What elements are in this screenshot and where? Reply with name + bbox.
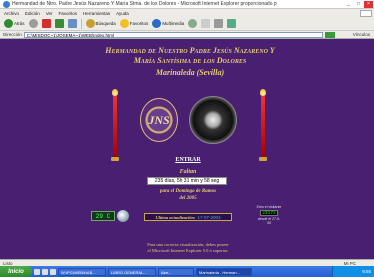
refresh-button[interactable] <box>54 19 64 28</box>
print-button[interactable] <box>214 19 224 28</box>
menu-favoritos[interactable]: Favoritos <box>59 11 78 16</box>
quicklaunch-ie-icon[interactable] <box>42 268 48 275</box>
menu-bar: Archivo Edición Ver Favoritos Herramient… <box>0 9 374 17</box>
system-tray: 9:55 <box>332 266 374 277</box>
brotherhood-emblem: JNS <box>140 98 178 142</box>
browser-window: Hermandad de Ntro. Padre Jesús Nazareno … <box>0 0 374 277</box>
visits-since: desde el 27-9-99 <box>257 217 281 225</box>
close-button[interactable]: × <box>364 0 373 8</box>
heading-line-1: Hermandad de Nuestro Padre Jesús Nazaren… <box>105 46 275 55</box>
maximize-button[interactable]: □ <box>354 1 363 8</box>
multimedia-label: Multimedia <box>162 21 185 26</box>
menu-edicion[interactable]: Edición <box>25 11 40 16</box>
dolores-medallion-image <box>189 96 237 144</box>
heading-line-2: María Santísima de los Dolores <box>133 56 247 65</box>
history-icon <box>188 19 198 28</box>
update-date: 17-07-2004 <box>197 214 221 220</box>
quicklaunch-outlook-icon[interactable] <box>50 268 56 275</box>
visits-count: 23172 <box>260 210 278 216</box>
edit-icon <box>227 19 237 28</box>
start-button[interactable]: Inicio <box>0 266 32 277</box>
clock: 9:55 <box>362 269 371 274</box>
last-update-banner: Ultima actualización: 17-07-2004 <box>144 213 232 221</box>
mail-icon <box>201 19 211 28</box>
ie-logo-icon <box>3 0 10 8</box>
stop-button[interactable] <box>41 19 51 28</box>
note-line-2: el Microsoft Internet Explorer 5.0 ó sup… <box>147 248 229 253</box>
history-button[interactable] <box>188 19 198 28</box>
back-arrow-icon <box>4 19 13 28</box>
refresh-icon <box>54 19 64 28</box>
right-candle-icon <box>259 89 267 161</box>
ramos-line-2: del 2005 <box>179 196 197 201</box>
page-content: Hermandad de Nuestro Padre Jesús Nazaren… <box>0 39 374 259</box>
address-bar: Dirección C:\MISDOC~1\JOSEMA~1\WEB\Index… <box>0 31 374 39</box>
forward-button[interactable] <box>28 19 38 28</box>
menu-herramientas[interactable]: Herramientas <box>83 11 110 16</box>
countdown-field: 235 días, 5h 31 min y 58 seg <box>147 177 227 185</box>
back-button[interactable]: Atrás <box>4 19 25 28</box>
countdown-label: Faltan <box>179 169 197 175</box>
enter-link[interactable]: ENTRAR <box>163 157 213 163</box>
media-icon <box>152 19 162 28</box>
weather-icon <box>117 210 129 222</box>
address-label: Dirección <box>3 32 22 37</box>
place-subtitle: Marinaleda (Sevilla) <box>155 68 225 77</box>
taskbar-item-2[interactable]: LIBRO GENERAL... <box>108 267 156 276</box>
ramos-line-1: para el Domingo de Ramos <box>159 189 217 194</box>
star-icon <box>119 19 129 28</box>
visits-label: Eres el visitante <box>256 205 282 209</box>
search-icon <box>85 19 95 28</box>
favorites-button[interactable]: Favoritos <box>119 19 149 28</box>
status-bar: Listo Mi PC <box>0 259 374 266</box>
mail-button[interactable] <box>201 19 211 28</box>
taskbar-item-4[interactable]: Marinaleda - Herman... <box>196 267 252 276</box>
browser-requirement-note: Para una correcta visualización, debes p… <box>120 242 256 254</box>
search-button[interactable]: Búsqueda <box>85 19 116 28</box>
page-heading: Hermandad de Nuestro Padre Jesús Nazaren… <box>40 46 340 66</box>
menu-archivo[interactable]: Archivo <box>4 11 19 16</box>
toolbar-separator <box>80 18 82 29</box>
emblem-monogram: JNS <box>148 112 170 127</box>
toolbar: Atrás Búsqueda Favoritos Multimedia <box>0 17 374 31</box>
taskbar-item-1[interactable]: W:\PG\WEB\HAB... <box>58 267 106 276</box>
stop-icon <box>41 19 51 28</box>
multimedia-button[interactable]: Multimedia <box>152 19 184 28</box>
countdown-target: para el Domingo de Ramos del 2005 <box>140 188 236 202</box>
status-text: Listo <box>3 260 13 266</box>
temperature-display: 29 C <box>91 211 115 221</box>
left-candle-icon <box>111 89 119 161</box>
home-icon <box>67 19 77 28</box>
search-label: Búsqueda <box>95 21 116 26</box>
security-zone: Mi PC <box>343 260 356 266</box>
go-button[interactable] <box>324 31 335 38</box>
windows-logo-icon <box>360 9 372 17</box>
taskbar: Inicio W:\PG\WEB\HAB... LIBRO GENERAL...… <box>0 266 374 277</box>
links-button[interactable]: Vínculos <box>353 32 370 37</box>
menu-ver[interactable]: Ver <box>46 11 53 16</box>
quicklaunch-desktop-icon[interactable] <box>34 268 40 275</box>
print-icon <box>214 19 224 28</box>
menu-ayuda[interactable]: Ayuda <box>116 11 129 16</box>
minimize-button[interactable]: _ <box>344 1 353 8</box>
address-input[interactable]: C:\MISDOC~1\JOSEMA~1\WEB\Index.html <box>23 31 323 38</box>
edit-button[interactable] <box>227 19 237 28</box>
window-title: Hermandad de Ntro. Padre Jesús Nazareno … <box>12 1 277 7</box>
update-label: Ultima actualización: <box>155 214 196 220</box>
title-bar: Hermandad de Ntro. Padre Jesús Nazareno … <box>0 0 374 9</box>
taskbar-item-3[interactable]: Aire... <box>158 267 194 276</box>
home-button[interactable] <box>67 19 77 28</box>
visit-counter: Eres el visitante 23172 desde el 27-9-99 <box>256 205 282 225</box>
back-label: Atrás <box>14 21 25 26</box>
forward-arrow-icon <box>28 19 38 28</box>
favorites-label: Favoritos <box>129 21 149 26</box>
